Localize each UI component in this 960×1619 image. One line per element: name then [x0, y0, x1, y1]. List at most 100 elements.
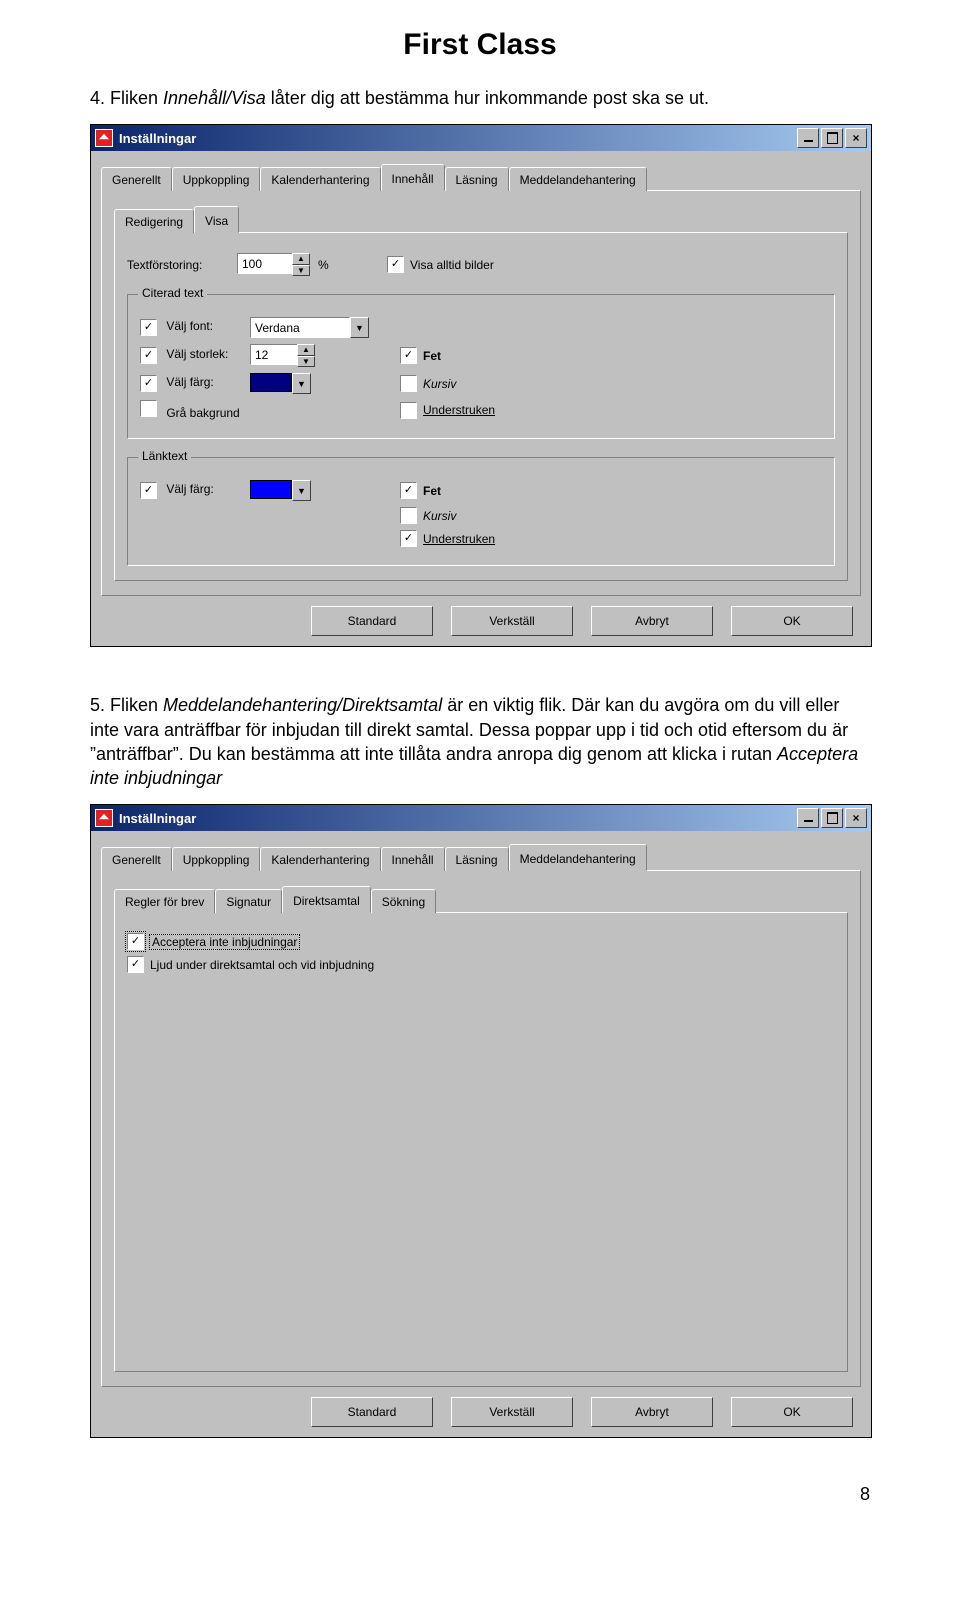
p5-prefix: 5. Fliken — [90, 695, 163, 715]
titlebar[interactable]: Inställningar × — [91, 805, 871, 831]
underline-label: Understruken — [423, 403, 495, 417]
choose-size-label: Välj storlek: — [166, 347, 228, 361]
sound-checkbox[interactable] — [127, 956, 144, 973]
chevron-down-icon[interactable]: ▼ — [292, 373, 311, 394]
tab-kalender[interactable]: Kalenderhantering — [260, 847, 380, 871]
tab-generellt[interactable]: Generellt — [101, 847, 172, 871]
textzoom-label: Textförstoring: — [127, 258, 202, 272]
apply-button[interactable]: Verkställ — [451, 1397, 573, 1427]
tab-redigering[interactable]: Redigering — [114, 209, 194, 233]
bold-checkbox[interactable] — [400, 347, 417, 364]
font-combo[interactable]: Verdana ▼ — [250, 317, 369, 338]
window-meddelande: Inställningar × Generellt Uppkoppling Ka… — [90, 804, 872, 1438]
app-icon — [95, 809, 113, 827]
link-bold-checkbox[interactable] — [400, 482, 417, 499]
apply-button[interactable]: Verkställ — [451, 606, 573, 636]
color-swatch-link — [250, 480, 292, 499]
window-title: Inställningar — [119, 131, 196, 146]
maximize-button[interactable] — [821, 808, 843, 828]
spin-up-icon[interactable]: ▲ — [297, 344, 315, 356]
choose-color-label: Välj färg: — [166, 375, 213, 389]
paragraph-5: 5. Fliken Meddelandehantering/Direktsamt… — [90, 693, 870, 790]
minimize-button[interactable] — [797, 128, 819, 148]
textzoom-value[interactable]: 100 — [237, 253, 293, 274]
choose-font-label: Välj font: — [166, 319, 213, 333]
sound-label: Ljud under direktsamtal och vid inbjudni… — [150, 958, 374, 972]
show-images-checkbox[interactable] — [387, 256, 404, 273]
outer-tabs: Generellt Uppkoppling Kalenderhantering … — [101, 843, 861, 870]
maximize-button[interactable] — [821, 128, 843, 148]
choose-color-checkbox[interactable] — [140, 375, 157, 392]
group-citerad-legend: Citerad text — [138, 286, 207, 300]
standard-button[interactable]: Standard — [311, 606, 433, 636]
choose-size-checkbox[interactable] — [140, 347, 157, 364]
link-underline-label: Understruken — [423, 532, 495, 546]
bold-label: Fet — [423, 349, 441, 363]
choose-font-checkbox[interactable] — [140, 319, 157, 336]
cancel-button[interactable]: Avbryt — [591, 1397, 713, 1427]
accept-no-inv-checkbox[interactable] — [127, 933, 144, 950]
gray-bg-checkbox[interactable] — [140, 400, 157, 417]
color-combo-link[interactable]: ▼ — [250, 480, 311, 501]
underline-checkbox[interactable] — [400, 402, 417, 419]
gray-bg-label: Grå bakgrund — [166, 406, 239, 420]
link-underline-checkbox[interactable] — [400, 530, 417, 547]
inner-tabs: Regler för brev Signatur Direktsamtal Sö… — [114, 885, 848, 912]
para4-emph: Innehåll/Visa — [163, 88, 266, 108]
tab-regler[interactable]: Regler för brev — [114, 889, 215, 913]
italic-checkbox[interactable] — [400, 375, 417, 392]
group-citerad-text: Citerad text Välj font: Verdana ▼ — [127, 294, 835, 439]
titlebar[interactable]: Inställningar × — [91, 125, 871, 151]
color-combo-quoted[interactable]: ▼ — [250, 373, 311, 394]
tab-uppkoppling[interactable]: Uppkoppling — [172, 847, 261, 871]
spin-down-icon[interactable]: ▼ — [297, 356, 315, 368]
accept-no-inv-label: Acceptera inte inbjudningar — [150, 935, 299, 949]
tab-sokning[interactable]: Sökning — [371, 889, 436, 913]
color-swatch-quoted — [250, 373, 292, 392]
inner-tabs: Redigering Visa — [114, 205, 848, 232]
cancel-button[interactable]: Avbryt — [591, 606, 713, 636]
ok-button[interactable]: OK — [731, 1397, 853, 1427]
close-button[interactable]: × — [845, 128, 867, 148]
tab-lasning[interactable]: Läsning — [445, 167, 509, 191]
window-title: Inställningar — [119, 811, 196, 826]
standard-button[interactable]: Standard — [311, 1397, 433, 1427]
group-lanktext: Länktext Välj färg: ▼ — [127, 457, 835, 566]
spin-down-icon[interactable]: ▼ — [292, 265, 310, 277]
app-icon — [95, 129, 113, 147]
tab-visa[interactable]: Visa — [194, 206, 239, 233]
ok-button[interactable]: OK — [731, 606, 853, 636]
size-spinner[interactable]: 12 ▲ ▼ — [250, 344, 315, 367]
size-value[interactable]: 12 — [250, 344, 298, 365]
para4-prefix: 4. Fliken — [90, 88, 163, 108]
chevron-down-icon[interactable]: ▼ — [292, 480, 311, 501]
font-value[interactable]: Verdana — [250, 317, 350, 338]
tab-kalender[interactable]: Kalenderhantering — [260, 167, 380, 191]
show-images-label: Visa alltid bilder — [410, 258, 494, 272]
paragraph-4: 4. Fliken Innehåll/Visa låter dig att be… — [90, 86, 870, 110]
tab-signatur[interactable]: Signatur — [215, 889, 282, 913]
spin-up-icon[interactable]: ▲ — [292, 253, 310, 265]
tab-lasning[interactable]: Läsning — [445, 847, 509, 871]
link-italic-label: Kursiv — [423, 509, 456, 523]
tab-generellt[interactable]: Generellt — [101, 167, 172, 191]
minimize-button[interactable] — [797, 808, 819, 828]
window-innehall: Inställningar × Generellt Uppkoppling Ka… — [90, 124, 872, 647]
link-color-checkbox[interactable] — [140, 482, 157, 499]
textzoom-spinner[interactable]: 100 ▲ ▼ — [237, 253, 310, 276]
tab-meddelande[interactable]: Meddelandehantering — [509, 844, 647, 871]
chevron-down-icon[interactable]: ▼ — [350, 317, 369, 338]
close-button[interactable]: × — [845, 808, 867, 828]
tab-innehall[interactable]: Innehåll — [381, 164, 445, 191]
page-title: First Class — [90, 28, 870, 62]
tab-meddelande[interactable]: Meddelandehantering — [509, 167, 647, 191]
p5-em1: Meddelandehantering/Direktsamtal — [163, 695, 442, 715]
para4-rest: låter dig att bestämma hur inkommande po… — [266, 88, 709, 108]
group-lanktext-legend: Länktext — [138, 449, 191, 463]
tab-innehall[interactable]: Innehåll — [381, 847, 445, 871]
link-italic-checkbox[interactable] — [400, 507, 417, 524]
tab-direktsamtal[interactable]: Direktsamtal — [282, 886, 371, 913]
tab-uppkoppling[interactable]: Uppkoppling — [172, 167, 261, 191]
italic-label: Kursiv — [423, 377, 456, 391]
link-bold-label: Fet — [423, 484, 441, 498]
